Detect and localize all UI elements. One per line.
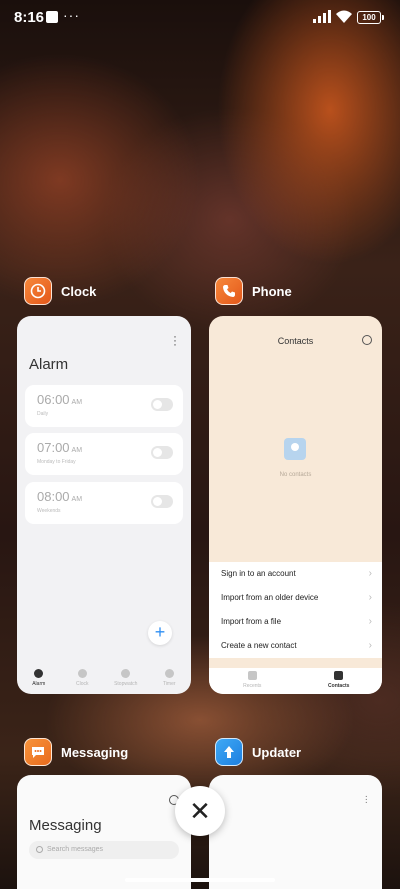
messaging-title: Messaging [29,817,102,834]
alarm-repeat: Weekends [37,508,61,514]
phone-tab-bar: Recents Contacts [209,664,382,694]
app-name-messaging: Messaging [61,744,129,760]
more-menu-icon: · · · [364,791,368,808]
app-header-phone[interactable]: Phone [215,276,292,306]
alarm-ampm: AM [71,399,83,406]
alarm-time: 08:00 [37,489,70,504]
chevron-right-icon: › [368,592,372,603]
status-time: 8:16 [14,9,45,26]
contacts-icon [334,671,344,680]
list-item: Import from an older device › [209,586,382,610]
list-item: Create a new contact › [209,634,382,658]
updater-icon [215,738,243,766]
app-header-clock[interactable]: Clock [24,276,96,306]
alarm-item: 06:00 AM Daily [25,385,183,427]
list-item: Sign in to an account › [209,562,382,586]
status-bar: 8:16 ··· 100 [0,0,400,36]
alarm-toggle [151,495,173,508]
app-name-updater: Updater [252,744,302,760]
recent-card-updater[interactable]: · · · [209,775,382,889]
recent-card-clock[interactable]: · · · Alarm 06:00 AM Daily 07:00 AM Monday t… [17,316,191,694]
alarm-item: 08:00 AM Weekends [25,482,183,524]
list-item: Import from a file › [209,610,382,634]
empty-state-text: No contacts [279,472,312,478]
alarm-ampm: AM [71,447,83,454]
app-name-phone: Phone [252,283,292,299]
clock-page-title: Alarm [29,356,69,373]
tab-alarm: Alarm [19,664,59,694]
alarm-toggle [151,398,173,411]
phone-recents-icon [247,671,257,680]
battery-level: 100 [362,13,376,22]
message-icon [24,738,52,766]
add-alarm-icon: + [148,621,172,645]
clock-tab-bar: Alarm Clock Stopwatch Timer [17,664,191,694]
settings-icon [362,335,372,345]
home-indicator[interactable] [125,878,275,882]
notification-icon [46,11,58,23]
alarm-time: 07:00 [37,440,70,455]
chevron-right-icon: › [368,640,372,651]
tab-clock: Clock [62,664,102,694]
signal-icon [313,10,331,23]
tab-stopwatch: Stopwatch [106,664,146,694]
app-header-updater[interactable]: Updater [215,737,301,767]
alarm-repeat: Daily [37,411,49,417]
more-notifications-icon: ··· [63,7,80,23]
clock-icon [24,277,52,305]
contact-actions-list: Sign in to an account › Import from an ol… [209,562,382,658]
chevron-right-icon: › [368,568,372,579]
stopwatch-icon [121,669,131,678]
alarm-item: 07:00 AM Monday to Friday [25,433,183,475]
search-messages-field: Search messages [29,841,179,859]
tab-timer: Timer [149,664,189,694]
alarm-icon [34,669,44,678]
chevron-right-icon: › [368,616,372,627]
tab-recents: Recents [222,668,282,694]
contact-placeholder-icon [284,438,306,460]
clear-all-button[interactable]: ✕ [175,786,225,836]
alarm-repeat: Monday to Friday [37,459,76,465]
close-icon: ✕ [189,795,211,826]
app-name-clock: Clock [61,283,97,299]
recent-card-phone[interactable]: Contacts No contacts Sign in to an accou… [209,316,382,694]
timer-icon [164,669,174,678]
more-menu-icon: · · · [173,329,177,351]
alarm-ampm: AM [71,496,83,503]
wifi-icon [336,10,352,23]
recent-card-messaging[interactable]: Messaging Search messages [17,775,191,889]
tab-contacts: Contacts [309,668,369,694]
clock-tab-icon [77,669,87,678]
alarm-toggle [151,446,173,459]
battery-icon: 100 [357,11,384,24]
phone-icon [215,277,243,305]
app-header-messaging[interactable]: Messaging [24,737,128,767]
alarm-time: 06:00 [37,392,70,407]
contacts-title: Contacts [277,336,314,346]
